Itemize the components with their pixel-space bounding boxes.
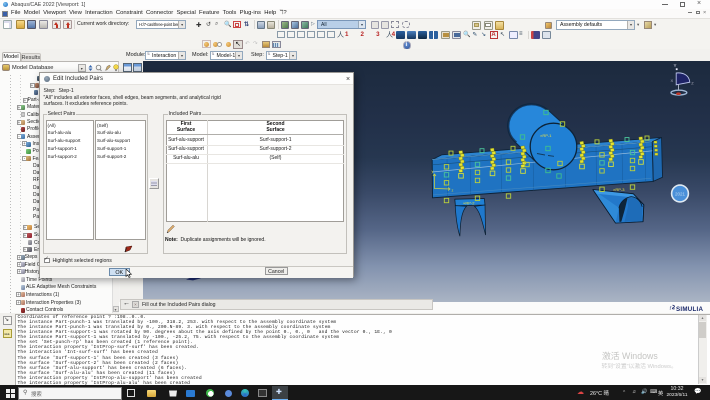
svg-text:X: X	[671, 78, 674, 83]
svg-text:Z: Z	[691, 81, 694, 86]
svg-text:2021: 2021	[675, 192, 686, 197]
svg-text:z: z	[452, 189, 454, 193]
svg-text:×RP-1: ×RP-1	[540, 133, 552, 138]
svg-text:Y: Y	[674, 63, 677, 68]
svg-text:×RP-2: ×RP-2	[463, 201, 475, 206]
svg-text:y: y	[432, 170, 434, 174]
svg-text:SIMULIA: SIMULIA	[676, 305, 703, 312]
svg-text:×RP-3: ×RP-3	[613, 187, 625, 192]
